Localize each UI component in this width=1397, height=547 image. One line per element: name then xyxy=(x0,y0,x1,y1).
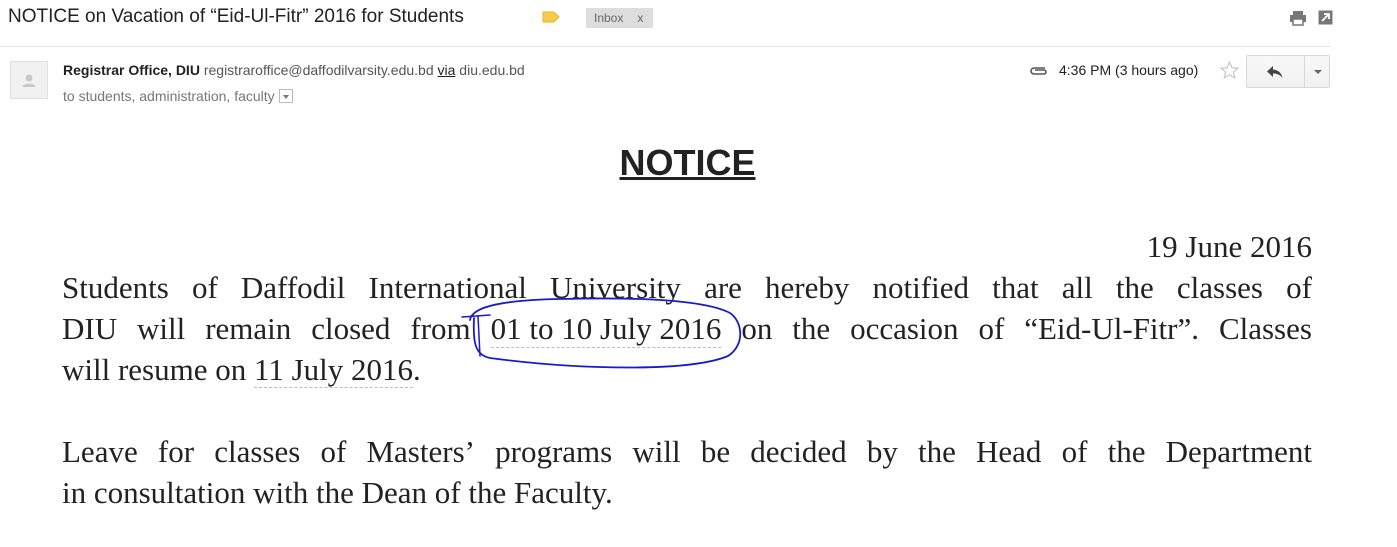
line-text: will resume on xyxy=(62,352,254,387)
notice-date: 19 June 2016 xyxy=(1146,229,1312,264)
paragraph-1-line-3: will resume on 11 July 2016. xyxy=(62,352,421,388)
more-options-button[interactable] xyxy=(1305,56,1330,87)
paragraph-2-line-2: in consultation with the Dean of the Fac… xyxy=(62,475,613,510)
word: “Eid-Ul-Fitr”. xyxy=(1024,311,1199,346)
word: the xyxy=(792,311,831,346)
new-window-icon[interactable] xyxy=(1318,10,1333,25)
word: of xyxy=(978,311,1005,346)
paragraph-2-line-1: Leave for classes of Masters’ programs w… xyxy=(62,434,1312,470)
word: DIU xyxy=(62,311,118,346)
word: the xyxy=(1107,434,1146,469)
print-icon[interactable] xyxy=(1289,10,1307,26)
paragraph-1-line-2: DIU will remain closed from 01 to 10 Jul… xyxy=(62,311,1312,348)
word: of xyxy=(1286,270,1312,305)
word: Classes xyxy=(1218,311,1312,346)
vacation-date-range[interactable]: 01 to 10 July 2016 xyxy=(490,311,722,348)
recipients-line: to students, administration, faculty xyxy=(63,88,293,104)
word: the xyxy=(917,434,956,469)
word: Students xyxy=(62,270,169,305)
word: for xyxy=(157,434,195,469)
email-subject: NOTICE on Vacation of “Eid-Ul-Fitr” 2016… xyxy=(8,6,464,27)
word: Head xyxy=(976,434,1042,469)
paragraph-1-line-1: Students of Daffodil International Unive… xyxy=(62,270,1312,306)
header-divider xyxy=(0,46,1331,47)
word: all xyxy=(1061,270,1093,305)
reply-button-group xyxy=(1246,55,1330,88)
word: classes xyxy=(214,434,301,469)
word: are xyxy=(704,270,742,305)
avatar-icon xyxy=(22,74,36,87)
word: programs xyxy=(495,434,613,469)
word: on xyxy=(741,311,773,346)
paperclip-icon xyxy=(1030,67,1047,75)
details-dropdown-icon[interactable] xyxy=(278,89,293,103)
word: will xyxy=(632,434,681,469)
label-tag-icon xyxy=(542,11,560,23)
via-domain: diu.edu.bd xyxy=(459,62,525,78)
via-link[interactable]: via xyxy=(438,62,456,78)
word: from xyxy=(410,311,471,346)
word: by xyxy=(866,434,898,469)
reply-button[interactable] xyxy=(1247,56,1305,87)
word: Department xyxy=(1165,434,1312,469)
word: University xyxy=(550,270,681,305)
word: occasion xyxy=(850,311,959,346)
word: Masters’ xyxy=(366,434,475,469)
inbox-label-text: Inbox xyxy=(594,11,624,25)
reply-icon xyxy=(1267,66,1283,78)
word: classes xyxy=(1176,270,1263,305)
line-text: . xyxy=(413,352,421,387)
inbox-label-chip[interactable]: Inbox x xyxy=(586,8,654,28)
word: of xyxy=(1061,434,1088,469)
sender-line: Registrar Office, DIU registraroffice@da… xyxy=(63,62,525,78)
email-subject-bar: NOTICE on Vacation of “Eid-Ul-Fitr” 2016… xyxy=(0,0,1340,46)
notice-title: NOTICE xyxy=(619,142,756,183)
word: International xyxy=(368,270,527,305)
word: of xyxy=(191,270,218,305)
word: that xyxy=(992,270,1039,305)
resume-date[interactable]: 11 July 2016 xyxy=(254,352,414,388)
star-icon[interactable] xyxy=(1219,60,1240,81)
word: closed xyxy=(311,311,391,346)
word: of xyxy=(320,434,347,469)
word: be xyxy=(700,434,731,469)
remove-label-button[interactable]: x xyxy=(637,11,643,25)
word: the xyxy=(1115,270,1154,305)
avatar[interactable] xyxy=(10,61,48,99)
word: hereby xyxy=(765,270,850,305)
email-time: 4:36 PM (3 hours ago) xyxy=(1059,62,1199,78)
word: will xyxy=(137,311,186,346)
sender-name[interactable]: Registrar Office, DIU xyxy=(63,62,200,78)
recipients-text: to students, administration, faculty xyxy=(63,88,275,104)
word: decided xyxy=(750,434,847,469)
word: notified xyxy=(872,270,969,305)
word: remain xyxy=(205,311,292,346)
sender-email: registraroffice@daffodilvarsity.edu.bd xyxy=(203,62,434,78)
word: Leave xyxy=(62,434,138,469)
word: Daffodil xyxy=(240,270,346,305)
